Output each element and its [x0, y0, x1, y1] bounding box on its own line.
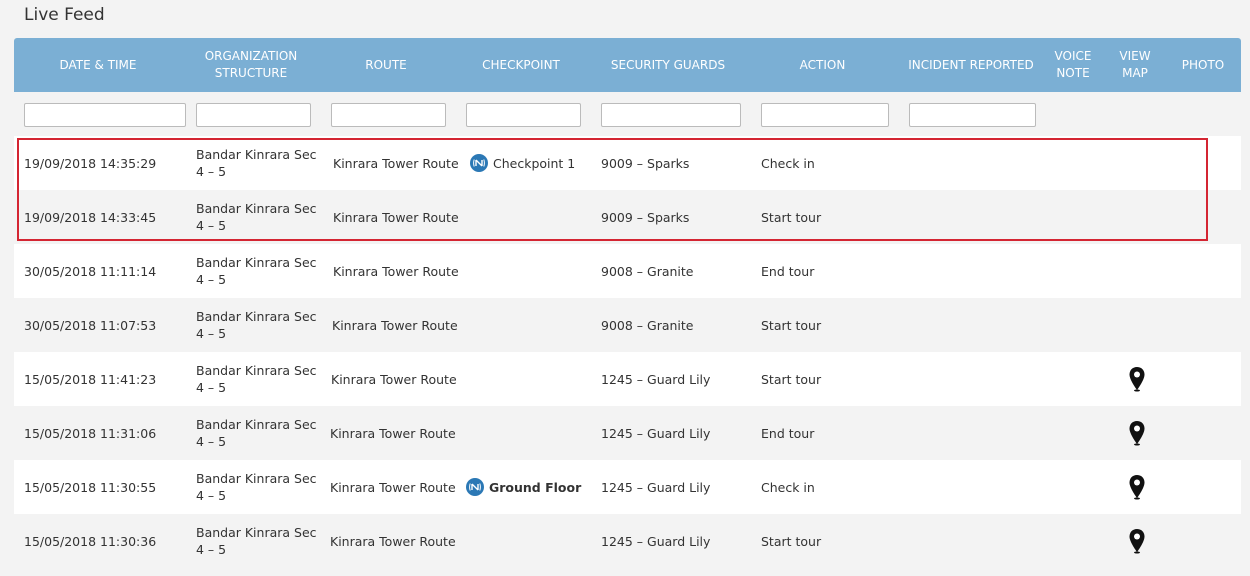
cell-route: Kinrara Tower Route: [330, 425, 456, 441]
cell-route: Kinrara Tower Route: [330, 479, 456, 495]
cell-route: Kinrara Tower Route: [333, 155, 459, 171]
filter-guards-input[interactable]: [601, 103, 741, 127]
cell-security-guard: 1245 – Guard Lily: [601, 371, 711, 387]
cell-action: Start tour: [761, 371, 822, 387]
header-incident-reported[interactable]: INCIDENT REPORTED: [908, 38, 1034, 92]
filter-row: [14, 92, 1241, 136]
cell-checkpoint: Checkpoint 1: [470, 136, 575, 190]
header-organization-structure[interactable]: ORGANIZATION STRUCTURE: [194, 38, 308, 92]
cell-datetime: 15/05/2018 11:30:36: [24, 533, 157, 549]
header-datetime[interactable]: DATE & TIME: [14, 38, 182, 92]
cell-route: Kinrara Tower Route: [330, 533, 456, 549]
cell-datetime: 30/05/2018 11:07:53: [24, 317, 157, 333]
checkpoint-label: Ground Floor: [489, 479, 582, 495]
cell-organization: Bandar Kinrara Sec 4 – 5: [196, 147, 317, 179]
cell-security-guard: 9009 – Sparks: [601, 155, 690, 171]
table-row[interactable]: 15/05/2018 11:30:55 Bandar Kinrara Sec 4 …: [14, 460, 1241, 514]
cell-action: Start tour: [761, 533, 822, 549]
filter-incident-input[interactable]: [909, 103, 1036, 127]
cell-organization: Bandar Kinrara Sec 4 – 5: [196, 417, 317, 449]
cell-security-guard: 9009 – Sparks: [601, 209, 690, 225]
header-photo[interactable]: PHOTO: [1174, 38, 1232, 92]
map-pin-icon[interactable]: [1128, 528, 1146, 554]
header-view-map[interactable]: VIEW MAP: [1110, 38, 1160, 92]
cell-organization: Bandar Kinrara Sec 4 – 5: [196, 525, 317, 557]
cell-datetime: 30/05/2018 11:11:14: [24, 263, 157, 279]
cell-checkpoint: Ground Floor: [466, 460, 581, 514]
cell-security-guard: 1245 – Guard Lily: [601, 425, 711, 441]
cell-action: End tour: [761, 425, 815, 441]
cell-organization: Bandar Kinrara Sec 4 – 5: [196, 363, 317, 395]
cell-datetime: 15/05/2018 11:30:55: [24, 479, 157, 495]
filter-route-input[interactable]: [331, 103, 446, 127]
cell-datetime: 19/09/2018 14:35:29: [24, 155, 157, 171]
header-checkpoint[interactable]: CHECKPOINT: [465, 38, 577, 92]
cell-organization: Bandar Kinrara Sec 4 – 5: [196, 201, 317, 233]
nfc-icon: [470, 154, 488, 172]
cell-organization: Bandar Kinrara Sec 4 – 5: [196, 255, 317, 287]
header-voice-note[interactable]: VOICE NOTE: [1048, 38, 1098, 92]
filter-action-input[interactable]: [761, 103, 889, 127]
page-title: Live Feed: [24, 5, 105, 25]
cell-action: Start tour: [761, 209, 822, 225]
cell-action: End tour: [761, 263, 815, 279]
table-row[interactable]: 19/09/2018 14:35:29 Bandar Kinrara Sec 4 …: [14, 136, 1241, 190]
checkpoint-label: Checkpoint 1: [493, 155, 576, 171]
table-body: 19/09/2018 14:35:29 Bandar Kinrara Sec 4 …: [14, 136, 1241, 568]
cell-action: Start tour: [761, 317, 822, 333]
table-row[interactable]: 19/09/2018 14:33:45 Bandar Kinrara Sec 4 …: [14, 190, 1241, 244]
table-header: DATE & TIME ORGANIZATION STRUCTURE ROUTE …: [14, 38, 1241, 92]
cell-security-guard: 9008 – Granite: [601, 317, 694, 333]
cell-route: Kinrara Tower Route: [332, 317, 458, 333]
cell-action: Check in: [761, 155, 815, 171]
cell-route: Kinrara Tower Route: [333, 263, 459, 279]
table-row[interactable]: 30/05/2018 11:11:14 Bandar Kinrara Sec 4 …: [14, 244, 1241, 298]
cell-security-guard: 1245 – Guard Lily: [601, 533, 711, 549]
live-feed-table: DATE & TIME ORGANIZATION STRUCTURE ROUTE …: [14, 38, 1241, 568]
header-action[interactable]: ACTION: [760, 38, 885, 92]
header-route[interactable]: ROUTE: [330, 38, 442, 92]
cell-organization: Bandar Kinrara Sec 4 – 5: [196, 309, 317, 341]
header-security-guards[interactable]: SECURITY GUARDS: [600, 38, 736, 92]
cell-route: Kinrara Tower Route: [331, 371, 457, 387]
cell-datetime: 15/05/2018 11:31:06: [24, 425, 157, 441]
map-pin-icon[interactable]: [1128, 474, 1146, 500]
map-pin-icon[interactable]: [1128, 366, 1146, 392]
filter-datetime-input[interactable]: [24, 103, 186, 127]
map-pin-icon[interactable]: [1128, 420, 1146, 446]
filter-organization-input[interactable]: [196, 103, 311, 127]
table-row[interactable]: 15/05/2018 11:31:06 Bandar Kinrara Sec 4 …: [14, 406, 1241, 460]
table-row[interactable]: 15/05/2018 11:30:36 Bandar Kinrara Sec 4 …: [14, 514, 1241, 568]
cell-action: Check in: [761, 479, 815, 495]
nfc-icon: [466, 478, 484, 496]
cell-datetime: 15/05/2018 11:41:23: [24, 371, 157, 387]
cell-security-guard: 9008 – Granite: [601, 263, 694, 279]
cell-security-guard: 1245 – Guard Lily: [601, 479, 711, 495]
cell-route: Kinrara Tower Route: [333, 209, 459, 225]
cell-datetime: 19/09/2018 14:33:45: [24, 209, 157, 225]
table-row[interactable]: 30/05/2018 11:07:53 Bandar Kinrara Sec 4 …: [14, 298, 1241, 352]
table-row[interactable]: 15/05/2018 11:41:23 Bandar Kinrara Sec 4 …: [14, 352, 1241, 406]
cell-organization: Bandar Kinrara Sec 4 – 5: [196, 471, 317, 503]
filter-checkpoint-input[interactable]: [466, 103, 581, 127]
